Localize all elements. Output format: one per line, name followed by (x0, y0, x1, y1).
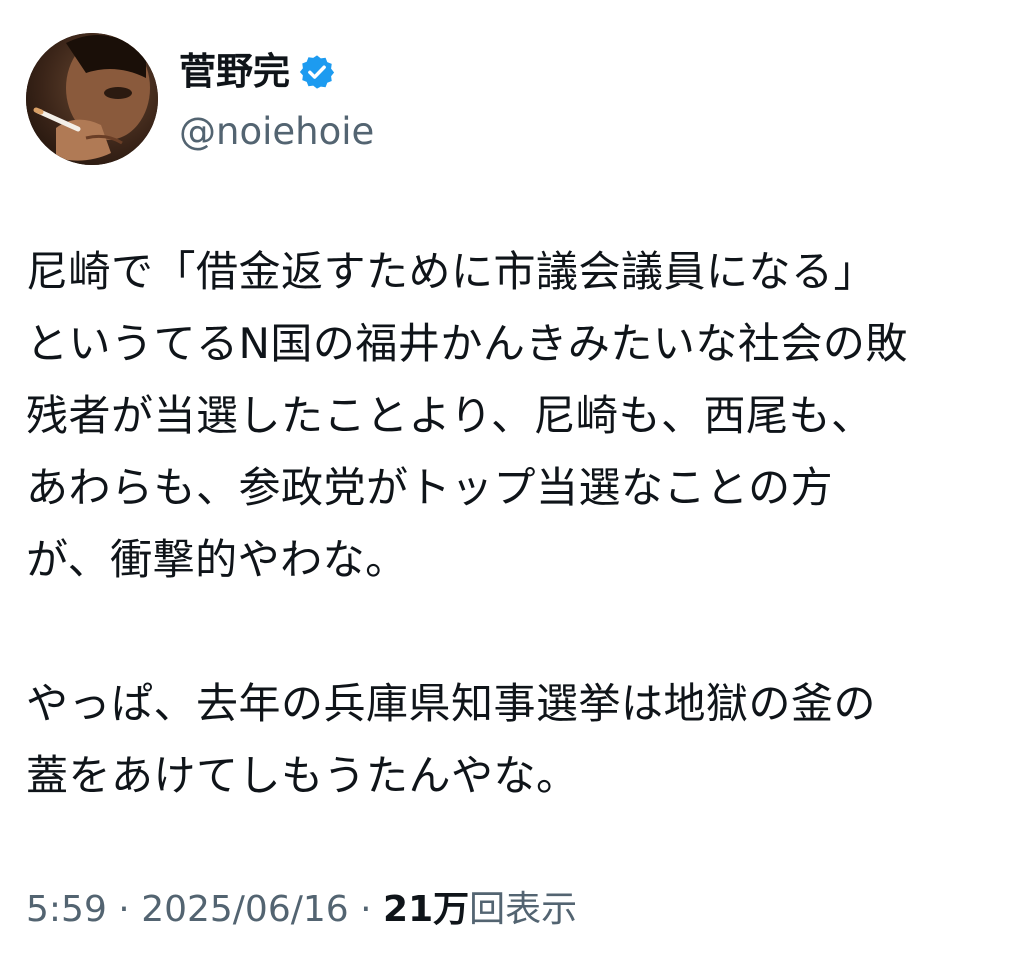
tweet-time[interactable]: 5:59 (26, 889, 107, 930)
tweet-line: 残者が当選したことより、尼崎も、西尾も、 (26, 391, 874, 440)
tweet-line: が、衝撃的やわな。 (26, 535, 408, 584)
tweet-line: というてるN国の福井かんきみたいな社会の敗 (26, 319, 908, 368)
views-label: 回表示 (469, 889, 578, 930)
display-name[interactable]: 菅野完 (179, 49, 336, 95)
profile-photo-icon (26, 33, 158, 165)
tweet-line: 蓋をあけてしもうたんやな。 (26, 751, 579, 800)
tweet-line: あわらも、参政党がトップ当選なことの方 (26, 463, 834, 512)
avatar[interactable] (26, 33, 158, 165)
tweet-line: やっぱ、去年の兵庫県知事選挙は地獄の釜の (26, 679, 877, 728)
meta-separator: · (348, 889, 384, 930)
tweet-header: 菅野完 @noiehoie (26, 33, 926, 168)
user-handle[interactable]: @noiehoie (179, 109, 374, 155)
tweet-line: 尼崎で「借金返すために市議会議員になる」 (26, 247, 877, 296)
tweet-text: 尼崎で「借金返すために市議会議員になる」 というてるN国の福井かんきみたいな社会… (26, 236, 1006, 812)
views-count[interactable]: 21万 (383, 889, 469, 930)
meta-separator: · (106, 889, 142, 930)
tweet-meta: 5:59 · 2025/06/16 · 21万回表示 (26, 885, 577, 935)
display-name-text: 菅野完 (179, 50, 290, 93)
tweet-date[interactable]: 2025/06/16 (141, 889, 349, 930)
verified-badge-icon (298, 53, 336, 91)
